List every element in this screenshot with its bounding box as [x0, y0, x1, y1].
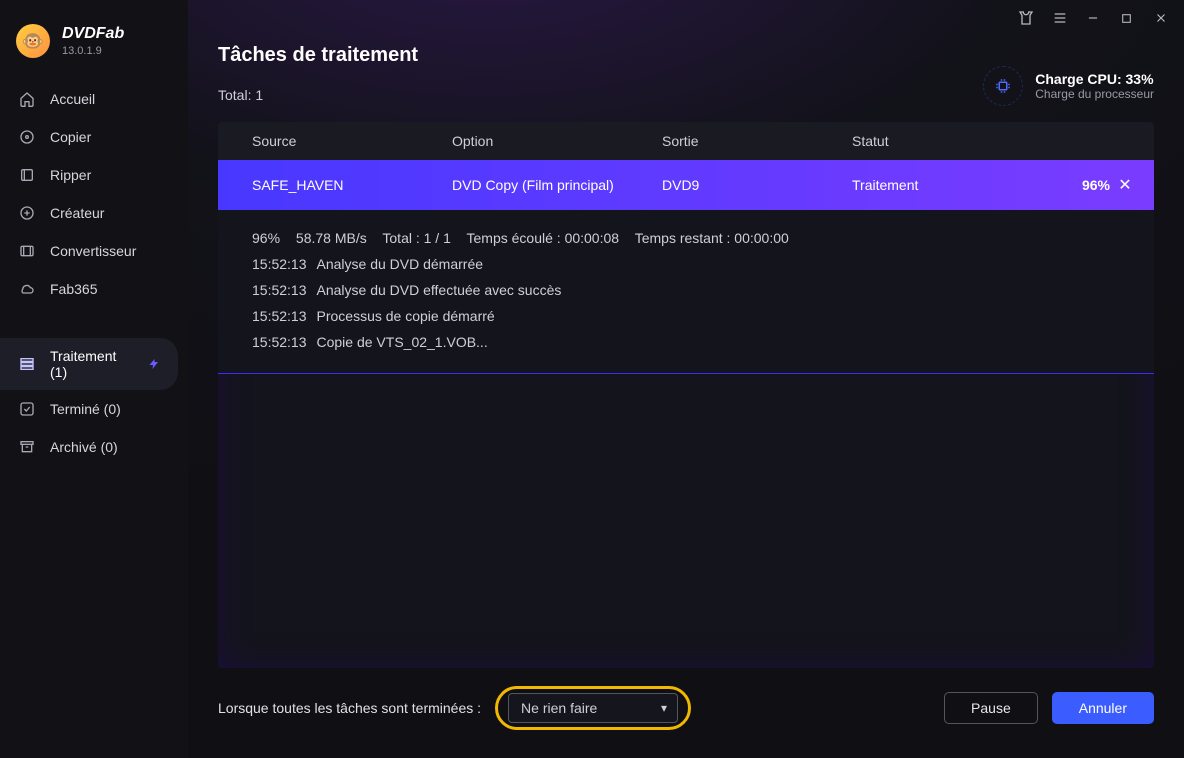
cell-percent: 96% [1030, 177, 1110, 193]
menu-icon[interactable] [1052, 10, 1068, 26]
home-icon [18, 90, 36, 108]
log-msg: Analyse du DVD démarrée [317, 252, 484, 278]
sidebar-item-label: Terminé (0) [50, 401, 121, 417]
header: Tâches de traitement Total: 1 Charge CPU… [188, 30, 1184, 112]
pause-button[interactable]: Pause [944, 692, 1038, 724]
col-source: Source [252, 133, 452, 149]
highlight-ring: Ne rien faire [495, 686, 691, 730]
create-icon [18, 204, 36, 222]
after-tasks-select[interactable]: Ne rien faire [508, 693, 678, 723]
window-titlebar [188, 0, 1184, 30]
sidebar-item-traitement[interactable]: Traitement (1) [0, 338, 178, 390]
log-msg: Copie de VTS_02_1.VOB... [317, 330, 488, 356]
sidebar-item-label: Créateur [50, 205, 104, 221]
sidebar: 🐵 DVDFab 13.0.1.9 Accueil Copier Ripper … [0, 0, 188, 758]
sidebar-item-accueil[interactable]: Accueil [0, 80, 188, 118]
col-sortie: Sortie [662, 133, 852, 149]
cell-statut: Traitement [852, 177, 1030, 193]
log-line: 15:52:13 Analyse du DVD démarrée [252, 252, 1120, 278]
sidebar-item-ripper[interactable]: Ripper [0, 156, 188, 194]
table-header: Source Option Sortie Statut [218, 122, 1154, 160]
log-msg: Analyse du DVD effectuée avec succès [317, 278, 562, 304]
rip-icon [18, 166, 36, 184]
brand-text: DVDFab 13.0.1.9 [62, 25, 124, 57]
check-icon [18, 400, 36, 418]
cell-sortie: DVD9 [662, 177, 852, 193]
log-msg: Processus de copie démarré [317, 304, 495, 330]
log-ts: 15:52:13 [252, 330, 307, 356]
stat-speed: 58.78 MB/s [296, 230, 367, 246]
sidebar-item-label: Archivé (0) [50, 439, 118, 455]
archive-icon [18, 438, 36, 456]
col-option: Option [452, 133, 662, 149]
cell-source: SAFE_HAVEN [252, 177, 452, 193]
cloud-icon [18, 280, 36, 298]
sidebar-item-fab365[interactable]: Fab365 [0, 270, 188, 308]
page-title: Tâches de traitement [218, 44, 418, 67]
maximize-button[interactable] [1120, 12, 1136, 25]
log-line: 15:52:13 Analyse du DVD effectuée avec s… [252, 278, 1120, 304]
cpu-load-subtitle: Charge du processeur [1035, 87, 1154, 101]
total-label: Total: 1 [218, 87, 418, 103]
lightning-icon [148, 357, 160, 371]
app-name: DVDFab [62, 25, 124, 43]
cpu-widget: Charge CPU: 33% Charge du processeur [983, 66, 1154, 106]
col-statut: Statut [852, 133, 1030, 149]
sidebar-item-label: Accueil [50, 91, 95, 107]
app-logo-icon: 🐵 [16, 24, 50, 58]
task-details: 96% 58.78 MB/s Total : 1 / 1 Temps écoul… [218, 210, 1154, 374]
main-area: Tâches de traitement Total: 1 Charge CPU… [188, 0, 1184, 758]
log-ts: 15:52:13 [252, 278, 307, 304]
stat-remaining: Temps restant : 00:00:00 [635, 230, 789, 246]
shirt-icon[interactable] [1018, 10, 1034, 26]
app-version: 13.0.1.9 [62, 45, 124, 57]
log-ts: 15:52:13 [252, 304, 307, 330]
sidebar-item-createur[interactable]: Créateur [0, 194, 188, 232]
task-row[interactable]: SAFE_HAVEN DVD Copy (Film principal) DVD… [218, 160, 1154, 210]
cpu-load-title: Charge CPU: 33% [1035, 71, 1154, 87]
brand-block: 🐵 DVDFab 13.0.1.9 [0, 18, 188, 80]
log-line: 15:52:13 Processus de copie démarré [252, 304, 1120, 330]
task-close-button[interactable]: ✕ [1110, 175, 1140, 195]
log-line: 15:52:13 Copie de VTS_02_1.VOB... [252, 330, 1120, 356]
close-window-button[interactable] [1154, 11, 1170, 25]
sidebar-item-label: Copier [50, 129, 91, 145]
sidebar-item-label: Traitement (1) [50, 348, 134, 380]
stat-pct: 96% [252, 230, 280, 246]
sidebar-item-label: Convertisseur [50, 243, 136, 259]
stat-total: Total : 1 / 1 [382, 230, 450, 246]
cancel-button[interactable]: Annuler [1052, 692, 1154, 724]
sidebar-item-label: Fab365 [50, 281, 97, 297]
convert-icon [18, 242, 36, 260]
sidebar-item-termine[interactable]: Terminé (0) [0, 390, 188, 428]
task-panel: Source Option Sortie Statut SAFE_HAVEN D… [218, 122, 1154, 668]
disc-icon [18, 128, 36, 146]
queue-icon [18, 355, 36, 373]
stat-elapsed: Temps écoulé : 00:00:08 [467, 230, 620, 246]
minimize-button[interactable] [1086, 11, 1102, 25]
sidebar-item-archive[interactable]: Archivé (0) [0, 428, 188, 466]
footer: Lorsque toutes les tâches sont terminées… [188, 668, 1184, 758]
sidebar-item-convertisseur[interactable]: Convertisseur [0, 232, 188, 270]
cpu-chip-icon [983, 66, 1023, 106]
after-tasks-value: Ne rien faire [521, 700, 597, 716]
sidebar-item-copier[interactable]: Copier [0, 118, 188, 156]
log-ts: 15:52:13 [252, 252, 307, 278]
after-tasks-label: Lorsque toutes les tâches sont terminées… [218, 700, 481, 716]
sidebar-item-label: Ripper [50, 167, 91, 183]
cell-option: DVD Copy (Film principal) [452, 177, 662, 193]
task-stats: 96% 58.78 MB/s Total : 1 / 1 Temps écoul… [252, 226, 1120, 252]
